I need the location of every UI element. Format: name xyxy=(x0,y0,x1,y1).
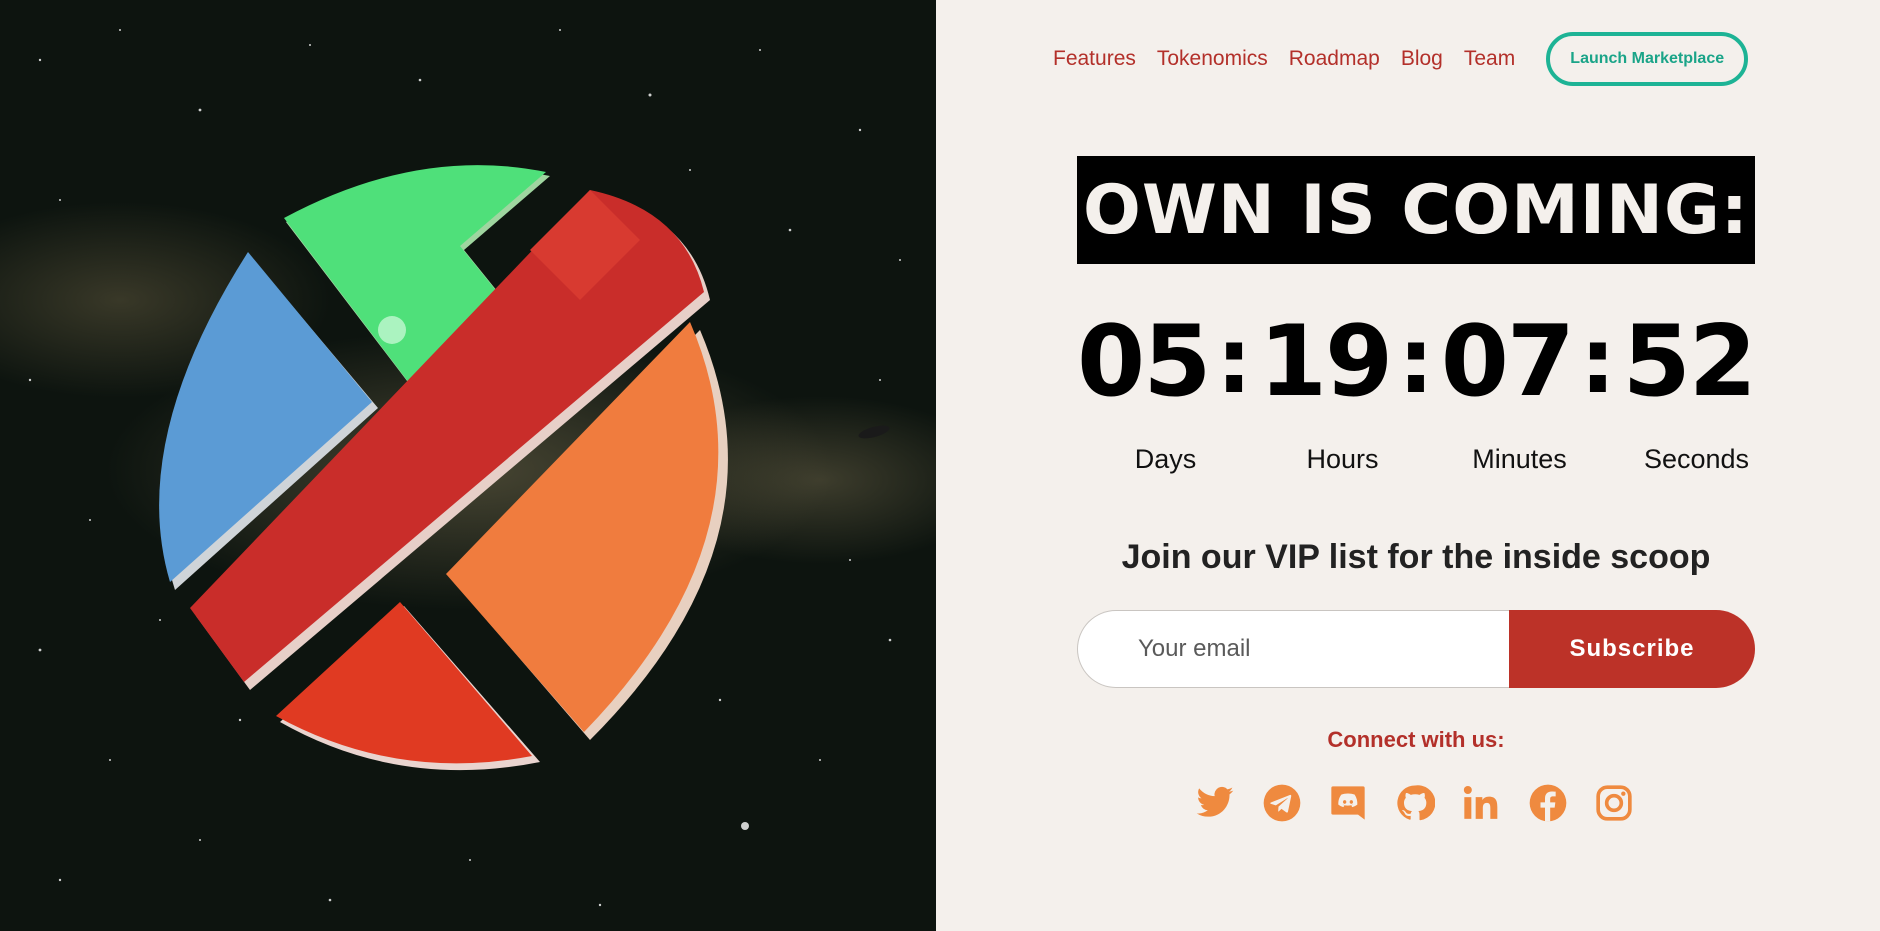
nav-link-roadmap[interactable]: Roadmap xyxy=(1289,47,1380,71)
facebook-icon[interactable] xyxy=(1527,782,1569,824)
linkedin-icon[interactable] xyxy=(1460,782,1502,824)
nav-link-features[interactable]: Features xyxy=(1053,47,1136,71)
countdown-separator: : xyxy=(1397,309,1434,414)
countdown-hours: 19 xyxy=(1258,305,1393,419)
countdown-days: 05 xyxy=(1077,305,1211,419)
countdown-separator: : xyxy=(1216,309,1253,414)
countdown-minutes: 07 xyxy=(1440,305,1575,419)
label-seconds: Seconds xyxy=(1643,444,1750,474)
countdown-labels: Days Hours Minutes Seconds xyxy=(1077,444,1785,475)
github-icon[interactable] xyxy=(1394,782,1436,824)
vip-heading: Join our VIP list for the inside scoop xyxy=(1121,538,1711,576)
space-background xyxy=(28,29,901,907)
connect-heading: Connect with us: xyxy=(1327,727,1505,752)
hero-image xyxy=(0,0,936,931)
discord-icon[interactable] xyxy=(1327,782,1369,824)
email-field[interactable] xyxy=(1077,610,1509,688)
countdown-timer: 05 : 19 : 07 : 52 xyxy=(1077,305,1757,419)
nav-link-blog[interactable]: Blog xyxy=(1401,47,1443,71)
nav-link-team[interactable]: Team xyxy=(1464,47,1515,71)
countdown-seconds: 52 xyxy=(1622,305,1757,419)
coming-soon-panel: Features Tokenomics Roadmap Blog Team La… xyxy=(936,0,1880,931)
countdown-separator: : xyxy=(1579,309,1616,414)
twitter-icon[interactable] xyxy=(1194,782,1236,824)
label-hours: Hours xyxy=(1306,444,1379,474)
label-days: Days xyxy=(1134,444,1197,474)
label-minutes: Minutes xyxy=(1472,444,1567,474)
nav-link-tokenomics[interactable]: Tokenomics xyxy=(1157,47,1268,71)
logo-graphic xyxy=(159,165,728,771)
launch-marketplace-button[interactable]: Launch Marketplace xyxy=(1546,32,1749,86)
telegram-icon[interactable] xyxy=(1261,782,1303,824)
subscribe-button[interactable]: Subscribe xyxy=(1509,610,1755,688)
headline-banner: OWN IS COMING: xyxy=(1077,156,1755,264)
top-nav: Features Tokenomics Roadmap Blog Team La… xyxy=(1053,32,1749,86)
subscribe-form: Subscribe xyxy=(1077,610,1755,688)
instagram-icon[interactable] xyxy=(1593,782,1635,824)
social-links xyxy=(1194,782,1660,824)
